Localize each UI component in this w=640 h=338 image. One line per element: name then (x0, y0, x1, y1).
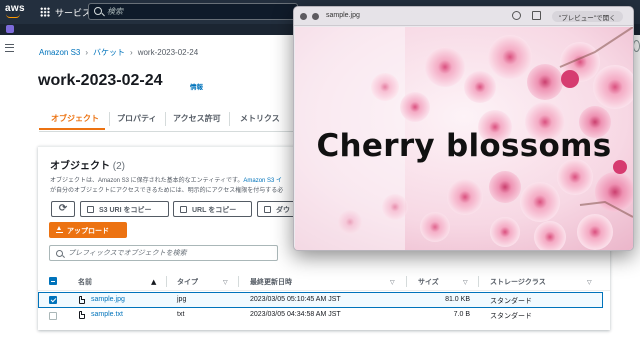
column-size[interactable]: サイズ (418, 277, 439, 287)
open-with-preview-button[interactable]: "プレビュー"で開く (552, 11, 623, 22)
global-search-box[interactable] (88, 3, 298, 20)
search-icon (94, 7, 102, 15)
quicklook-titlebar[interactable]: sample.jpg "プレビュー"で開く (294, 7, 633, 26)
chevron-right-icon: › (130, 48, 133, 57)
object-size: 7.0 B (453, 311, 470, 318)
download-label: ダウ (276, 207, 290, 214)
tab-divider (109, 112, 110, 126)
breadcrumb-amazon-s3[interactable]: Amazon S3 (39, 48, 80, 57)
refresh-button[interactable]: ⟳ (51, 201, 75, 217)
column-divider[interactable] (478, 276, 479, 287)
objects-title: オブジェクト (50, 161, 110, 172)
quicklook-window[interactable]: sample.jpg "プレビュー"で開く Cherry blossoms (293, 6, 634, 251)
upload-icon (56, 226, 63, 233)
object-type: txt (177, 311, 185, 318)
column-divider[interactable] (406, 276, 407, 287)
file-icon (79, 311, 85, 319)
global-search-input[interactable] (107, 5, 287, 18)
close-icon[interactable] (300, 13, 307, 20)
aws-logo[interactable]: aws (5, 3, 25, 18)
object-modified: 2023/03/05 04:34:58 AM JST (250, 311, 341, 318)
copy-s3-uri-button[interactable]: S3 URI をコピー (80, 201, 169, 217)
select-all-checkbox[interactable] (49, 277, 57, 285)
object-size: 81.0 KB (445, 296, 470, 303)
copy-url-button[interactable]: URL をコピー (173, 201, 252, 217)
column-type[interactable]: タイプ (177, 277, 198, 287)
copy-icon (180, 206, 187, 213)
services-grid-icon[interactable] (40, 7, 50, 17)
tab-objects[interactable]: オブジェクト (39, 108, 105, 130)
file-icon (79, 296, 85, 304)
objects-heading: オブジェクト (2) (50, 157, 125, 172)
menu-icon[interactable] (5, 44, 14, 52)
copy-icon (87, 206, 94, 213)
sort-icon[interactable]: ▽ (587, 279, 592, 286)
column-divider[interactable] (238, 276, 239, 287)
table-row[interactable]: sample.jpg jpg 2023/03/05 05:10:45 AM JS… (38, 292, 603, 308)
description-text: オブジェクトは、Amazon S3 に保存された基本的なエンティティです。 (50, 178, 244, 184)
object-search-input[interactable] (68, 247, 268, 259)
column-last-modified[interactable]: 最終更新日時 (250, 277, 292, 287)
row-checkbox[interactable] (49, 296, 57, 304)
aws-smile-icon (6, 14, 20, 18)
column-storage-class[interactable]: ストレージクラス (490, 277, 546, 287)
download-button[interactable]: ダウ (257, 201, 297, 217)
column-name[interactable]: 名前 (78, 277, 92, 287)
object-type: jpg (177, 296, 187, 303)
aws-logo-text: aws (5, 3, 25, 14)
upload-button[interactable]: アップロード (49, 222, 127, 238)
services-menu[interactable]: サービス (55, 6, 91, 19)
download-icon (264, 206, 271, 213)
tab-metrics[interactable]: メトリクス (240, 108, 280, 130)
info-link[interactable]: 情報 (190, 81, 203, 91)
sort-icon[interactable]: ▽ (463, 279, 468, 286)
sort-icon[interactable]: ▽ (390, 279, 395, 286)
page-title: work-2023-02-24 (38, 72, 163, 89)
shortcut-badge-icon[interactable] (6, 25, 14, 33)
inventory-link[interactable]: Amazon S3 イ (243, 178, 282, 184)
object-name-link[interactable]: sample.jpg (91, 296, 125, 303)
row-checkbox[interactable] (49, 312, 57, 320)
object-name-link[interactable]: sample.txt (91, 311, 123, 318)
column-divider[interactable] (166, 276, 167, 287)
info-panel-toggle-icon[interactable] (633, 40, 640, 52)
objects-count: (2) (112, 161, 126, 172)
tab-properties[interactable]: プロパティ (117, 108, 157, 130)
tab-divider (229, 112, 230, 126)
object-storage-class: スタンダード (490, 313, 532, 320)
object-storage-class: スタンダード (490, 298, 532, 305)
tab-divider (165, 112, 166, 126)
rotate-icon[interactable] (532, 11, 541, 20)
refresh-icon: ⟳ (58, 203, 68, 214)
table-row[interactable]: sample.txt txt 2023/03/05 04:34:58 AM JS… (38, 308, 603, 324)
tab-bar: オブジェクト プロパティ アクセス許可 メトリクス (39, 108, 299, 132)
copy-url-label: URL をコピー (192, 207, 237, 214)
object-filter[interactable] (49, 245, 278, 261)
copy-s3-uri-label: S3 URI をコピー (99, 207, 152, 214)
sort-ascending-icon[interactable]: ▲ (151, 278, 156, 286)
breadcrumb-buckets[interactable]: バケット (93, 48, 125, 57)
image-caption-text: Cherry blossoms (316, 128, 612, 164)
cherry-blossom-image: Cherry blossoms (295, 27, 633, 250)
objects-table-header: 名前 ▲ タイプ ▽ 最終更新日時 ▽ サイズ ▽ ストレージクラス ▽ (38, 271, 610, 291)
breadcrumb-current: work-2023-02-24 (137, 48, 199, 57)
breadcrumb: Amazon S3 › バケット › work-2023-02-24 (39, 47, 198, 58)
objects-description: オブジェクトは、Amazon S3 に保存された基本的なエンティティです。Ama… (50, 175, 282, 184)
chevron-right-icon: › (85, 48, 89, 57)
search-icon (56, 250, 63, 257)
markup-icon[interactable] (512, 11, 521, 20)
sort-icon[interactable]: ▽ (223, 279, 228, 286)
object-modified: 2023/03/05 05:10:45 AM JST (250, 296, 341, 303)
objects-description-line2: が自分のオブジェクトにアクセスできるためには、明示的にアクセス権限を付与する必 (50, 188, 284, 194)
tab-permissions[interactable]: アクセス許可 (173, 108, 221, 130)
quicklook-filename: sample.jpg (326, 12, 360, 19)
fullscreen-icon[interactable] (312, 13, 319, 20)
upload-label: アップロード (67, 228, 109, 235)
